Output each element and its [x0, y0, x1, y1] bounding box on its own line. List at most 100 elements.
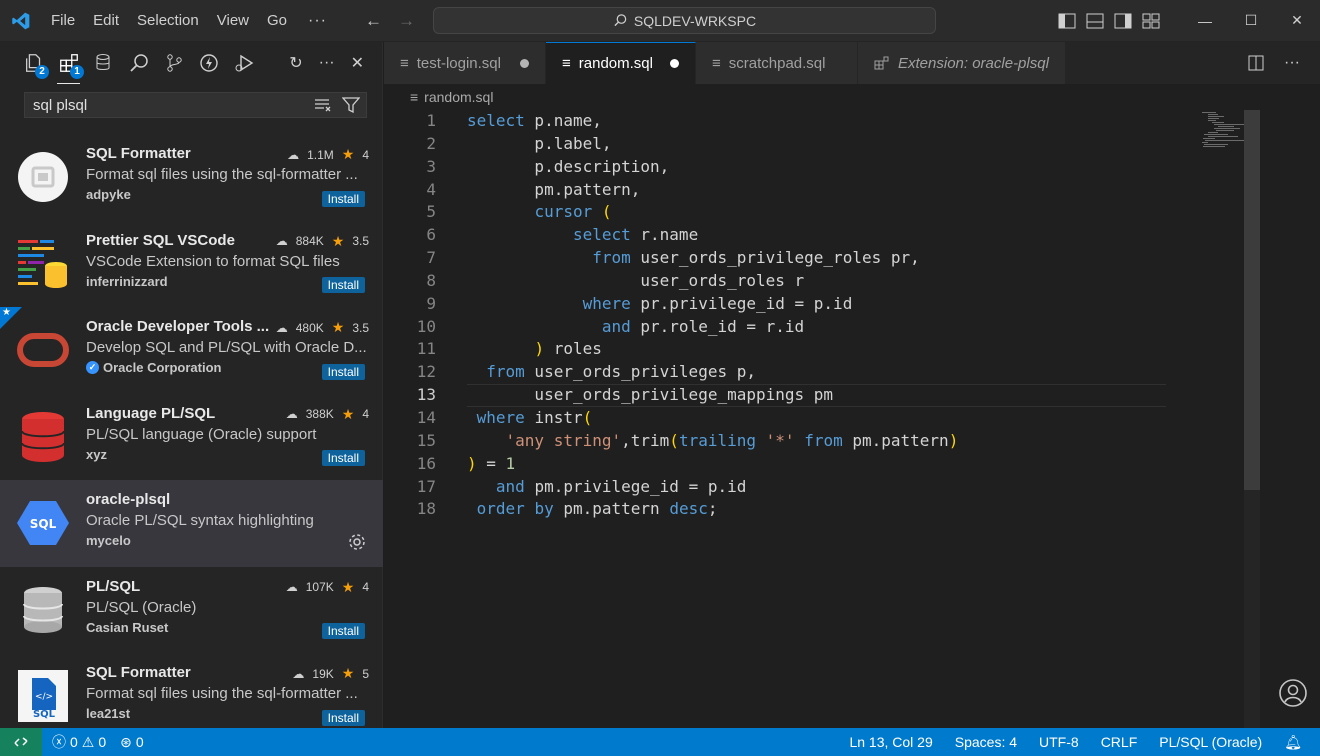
- command-center[interactable]: SQLDEV-WRKSPC: [433, 7, 936, 34]
- cloud-download-icon: ☁: [285, 407, 298, 421]
- ports-indicator[interactable]: ⊛ 0: [120, 734, 144, 751]
- vscode-logo-icon: [0, 0, 42, 42]
- forward-arrow-icon[interactable]: →: [398, 11, 415, 31]
- code-line[interactable]: 7 from user_ords_privilege_roles pr,: [384, 247, 1260, 270]
- code-line[interactable]: 10 and pr.role_id = r.id: [384, 316, 1260, 339]
- customize-layout-icon[interactable]: [1142, 13, 1160, 29]
- clear-search-icon[interactable]: ✕: [351, 53, 364, 73]
- refresh-icon[interactable]: ↻: [289, 53, 302, 73]
- code-line[interactable]: 3 p.description,: [384, 156, 1260, 179]
- menu-file[interactable]: File: [42, 0, 84, 42]
- language-mode[interactable]: PL/SQL (Oracle): [1159, 734, 1262, 750]
- command-center-label: SQLDEV-WRKSPC: [633, 12, 757, 29]
- back-arrow-icon[interactable]: ←: [365, 11, 382, 31]
- extension-item[interactable]: SQL </> SQL Formatter Format sql files us…: [0, 653, 383, 740]
- menu-selection[interactable]: Selection: [128, 0, 208, 42]
- extension-search-input[interactable]: sql plsql: [24, 92, 367, 118]
- run-debug-icon[interactable]: [226, 46, 261, 80]
- tab-scratchpad[interactable]: ≡ scratchpad.sql: [696, 42, 858, 84]
- manage-gear-icon[interactable]: [347, 532, 367, 555]
- problems-indicator[interactable]: ⓧ 0 ⚠ 0: [52, 732, 106, 752]
- code-editor[interactable]: 1 select p.name, 2 p.label, 3 p.description…: [384, 110, 1260, 521]
- code-line[interactable]: 18 order by pm.pattern desc;: [384, 498, 1260, 521]
- lightning-icon[interactable]: [191, 46, 226, 80]
- source-control-icon[interactable]: [156, 46, 191, 80]
- layout-controls: [1058, 13, 1160, 29]
- install-button[interactable]: Install: [321, 623, 365, 639]
- menu-more-icon[interactable]: ···: [296, 12, 339, 30]
- tab-test-login[interactable]: ≡ test-login.sql: [384, 42, 546, 84]
- tab-random[interactable]: ≡ random.sql: [546, 42, 696, 84]
- cursor-position[interactable]: Ln 13, Col 29: [849, 734, 932, 750]
- menu-edit[interactable]: Edit: [84, 0, 128, 42]
- extension-item[interactable]: SQL Formatter Format sql files using the…: [0, 134, 383, 221]
- code-line[interactable]: 4 pm.pattern,: [384, 179, 1260, 202]
- split-editor-icon[interactable]: [1248, 55, 1264, 71]
- verified-publisher-icon: ✓: [86, 361, 99, 374]
- extension-item-selected[interactable]: SQL oracle-plsql Oracle PL/SQL syntax hi…: [0, 480, 383, 567]
- scrollbar-thumb[interactable]: [1244, 110, 1260, 490]
- maximize-button[interactable]: ☐: [1228, 0, 1274, 42]
- line-number: 17: [416, 476, 436, 496]
- download-count: 19K: [312, 666, 334, 681]
- close-window-button[interactable]: ✕: [1274, 0, 1320, 42]
- code-line[interactable]: 1 select p.name,: [384, 110, 1260, 133]
- minimize-button[interactable]: —: [1182, 0, 1228, 42]
- toggle-secondary-sidebar-icon[interactable]: [1114, 13, 1132, 29]
- encoding[interactable]: UTF-8: [1039, 734, 1079, 750]
- code-line[interactable]: 8 user_ords_roles r: [384, 270, 1260, 293]
- search-view-icon[interactable]: [121, 46, 156, 80]
- extensions-icon[interactable]: 1: [51, 46, 86, 84]
- unsaved-dot-icon[interactable]: [520, 58, 529, 68]
- extension-logo-icon: [0, 394, 86, 481]
- code-line[interactable]: 15 'any string',trim(trailing '*' from p…: [384, 430, 1260, 453]
- more-actions-icon[interactable]: ···: [1284, 54, 1300, 72]
- breadcrumb-file: random.sql: [424, 89, 494, 105]
- accounts-icon[interactable]: [1278, 678, 1308, 708]
- clear-filter-icon[interactable]: [314, 97, 332, 113]
- unsaved-dot-icon[interactable]: [670, 59, 679, 68]
- filter-icon[interactable]: [342, 97, 360, 113]
- install-button[interactable]: Install: [321, 277, 365, 293]
- line-number: 10: [416, 316, 436, 336]
- install-button[interactable]: Install: [321, 450, 365, 466]
- code-line[interactable]: 9 where pr.privilege_id = p.id: [384, 293, 1260, 316]
- notifications-bell-icon[interactable]: 🔔︎: [1284, 734, 1302, 751]
- remote-indicator[interactable]: [0, 728, 42, 756]
- code-line[interactable]: 2 p.label,: [384, 133, 1260, 156]
- code-line[interactable]: 5 cursor (: [384, 201, 1260, 224]
- extension-item[interactable]: ★ Oracle Developer Tools ... Develop SQL…: [0, 307, 383, 394]
- toggle-primary-sidebar-icon[interactable]: [1058, 13, 1076, 29]
- extension-stats: ☁ 480K ★ 3.5: [276, 319, 369, 336]
- menu-go[interactable]: Go: [258, 0, 296, 42]
- line-endings[interactable]: CRLF: [1101, 734, 1138, 750]
- database-icon[interactable]: [86, 46, 121, 80]
- install-button[interactable]: Install: [321, 190, 365, 207]
- extension-item[interactable]: Language PL/SQL PL/SQL language (Oracle)…: [0, 394, 383, 481]
- install-button[interactable]: Install: [321, 709, 365, 726]
- code-line[interactable]: 13 user_ords_privilege_mappings pm: [384, 384, 1260, 407]
- code-line[interactable]: 16) = 1: [384, 453, 1260, 476]
- explorer-icon[interactable]: 2: [16, 46, 51, 80]
- toggle-panel-icon[interactable]: [1086, 13, 1104, 29]
- breadcrumb[interactable]: ≡ random.sql: [384, 84, 1320, 110]
- install-button[interactable]: Install: [321, 363, 365, 380]
- code-line[interactable]: 12 from user_ords_privileges p,: [384, 361, 1260, 384]
- menu-view[interactable]: View: [208, 0, 258, 42]
- indentation[interactable]: Spaces: 4: [955, 734, 1017, 750]
- code-line[interactable]: 17 and pm.privilege_id = p.id: [384, 476, 1260, 499]
- extension-item[interactable]: PL/SQL PL/SQL (Oracle) Casian Ruset ☁ 107…: [0, 567, 383, 654]
- code-line[interactable]: 11 ) roles: [384, 338, 1260, 361]
- extension-stats: ☁ 107K ★ 4: [286, 579, 369, 596]
- code-text: where instr(: [476, 407, 593, 427]
- extension-logo-icon: [0, 221, 86, 308]
- extension-item[interactable]: Prettier SQL VSCode VSCode Extension to …: [0, 221, 383, 308]
- tab-extension-oracle-plsql[interactable]: Extension: oracle-plsql: [858, 42, 1066, 84]
- code-line[interactable]: 14 where instr(: [384, 407, 1260, 430]
- line-number: 2: [426, 133, 436, 153]
- extension-stats: ☁ 1.1M ★ 4: [287, 146, 369, 163]
- code-line[interactable]: 6 select r.name: [384, 224, 1260, 247]
- line-number: 9: [426, 293, 436, 313]
- more-actions-icon[interactable]: ···: [319, 54, 335, 72]
- line-number: 6: [426, 225, 436, 245]
